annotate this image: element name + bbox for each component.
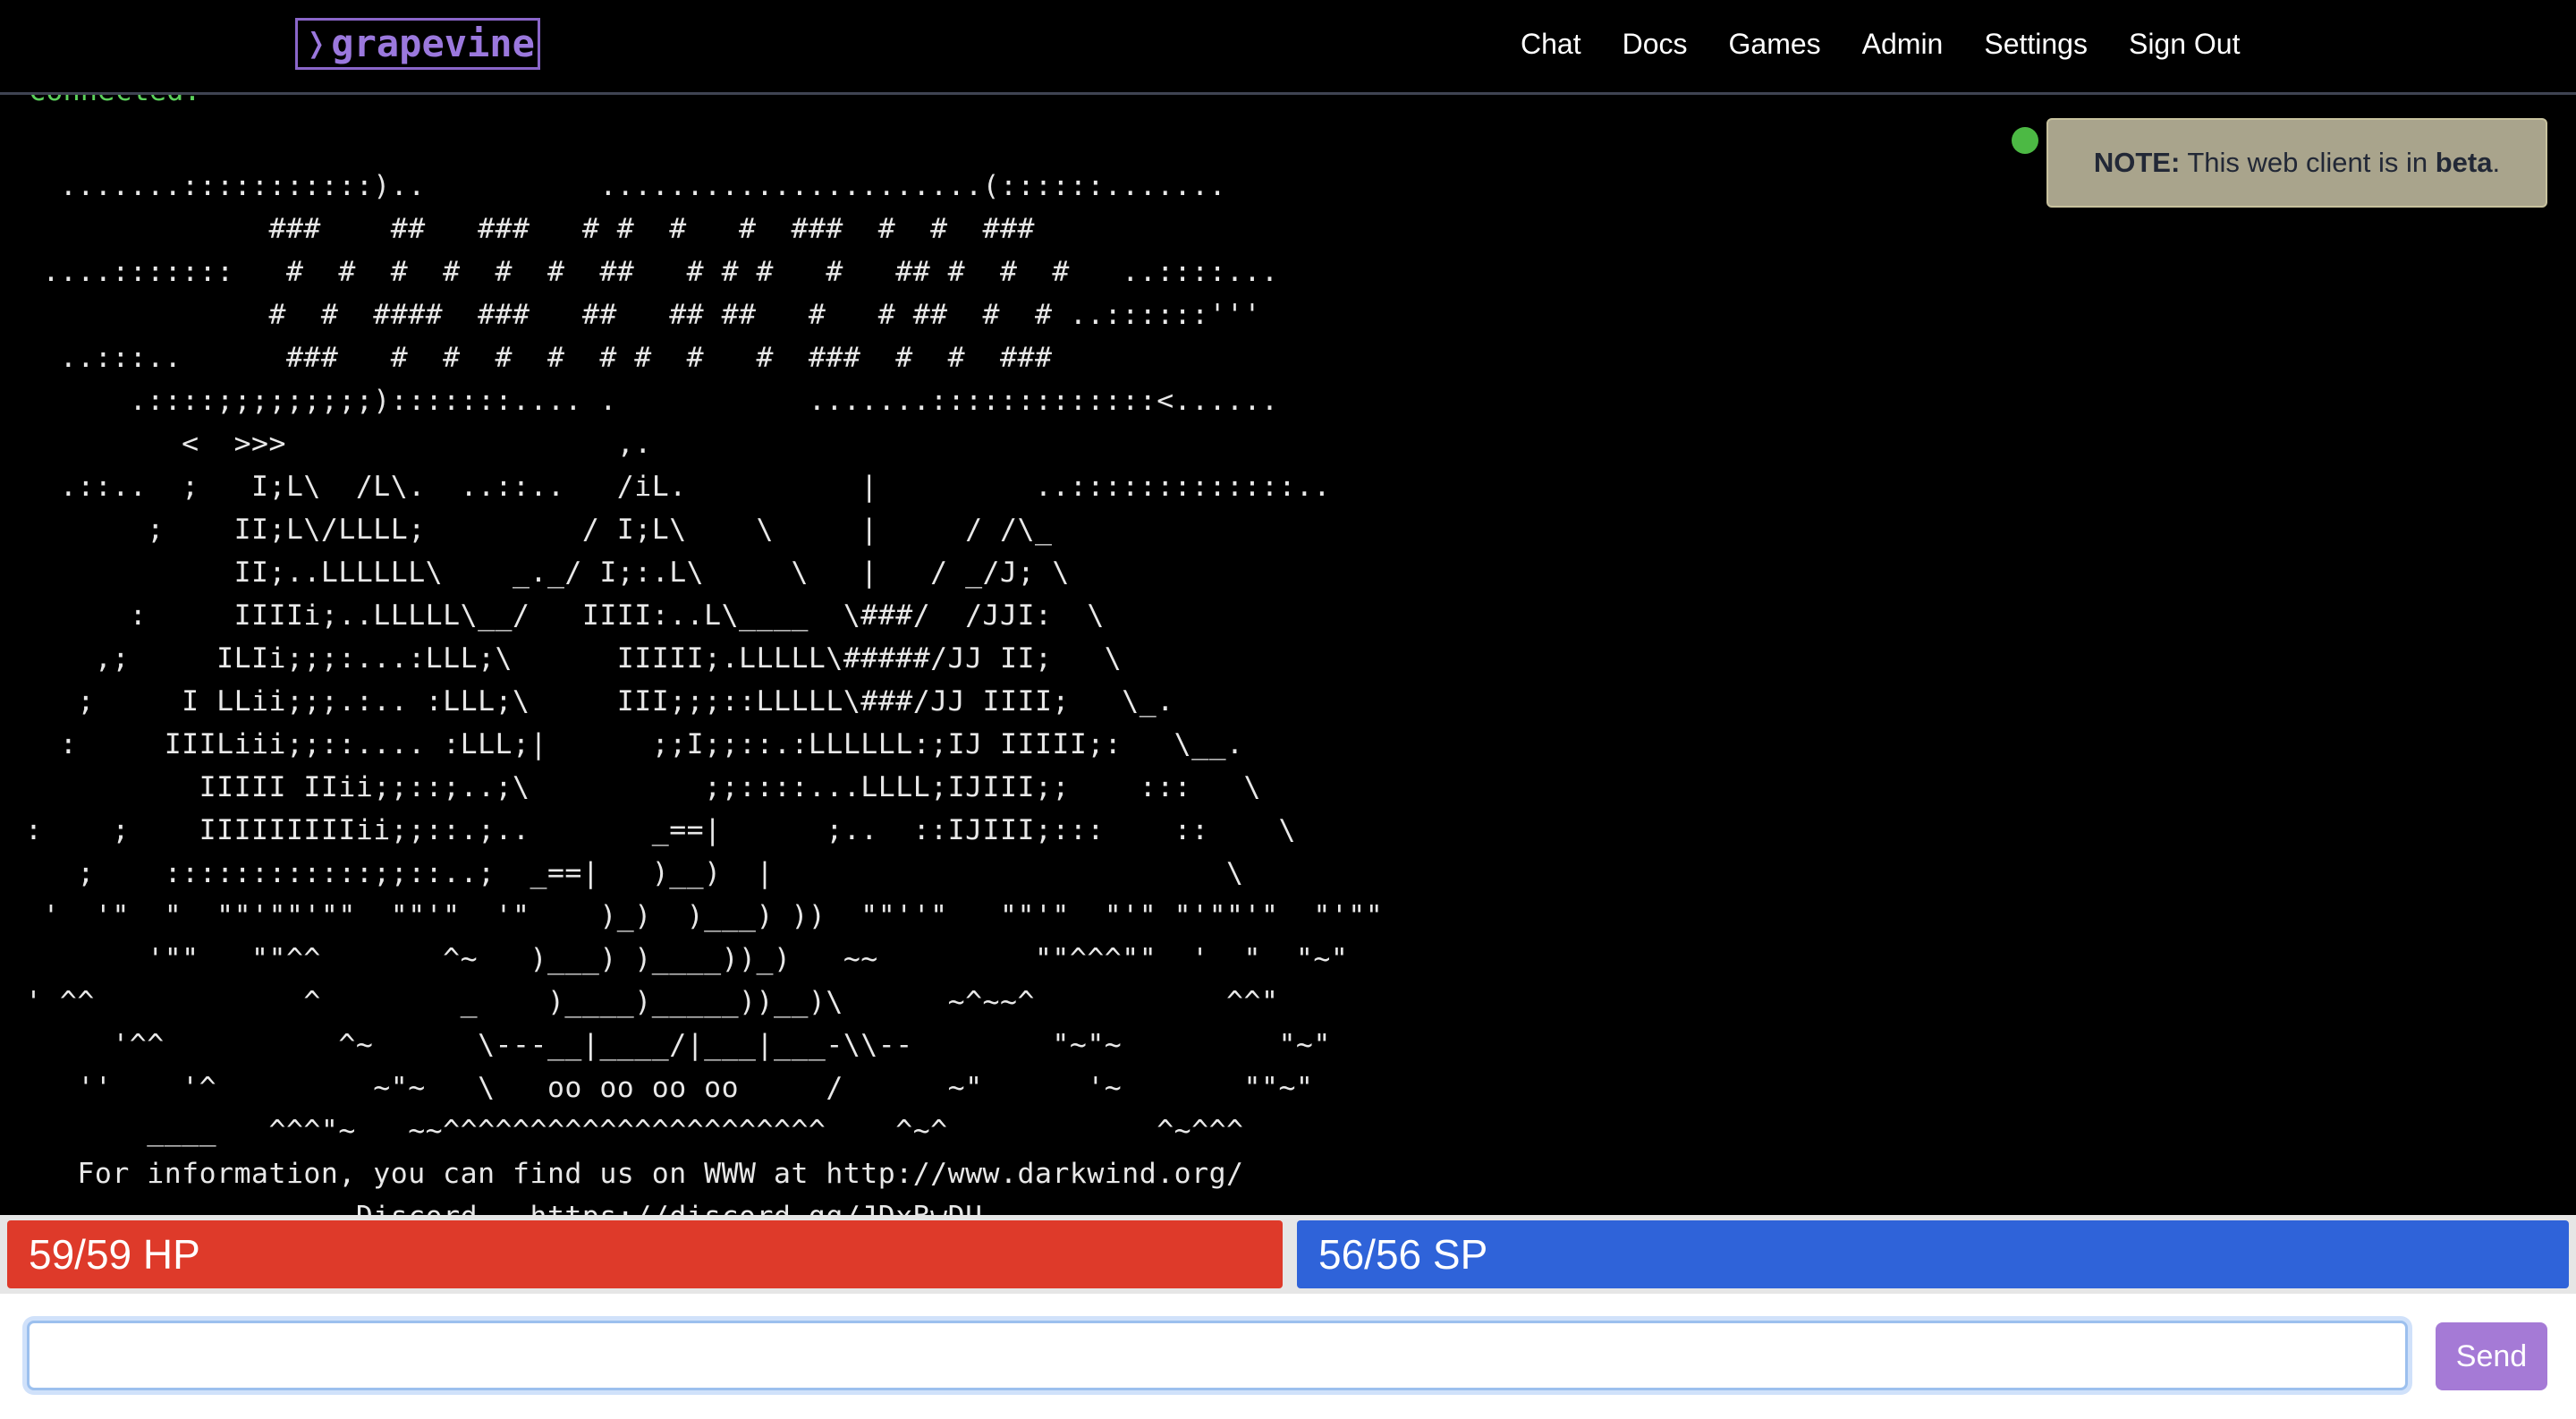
top-navbar: ❭ grapevine Chat Docs Games Admin Settin…: [0, 0, 2576, 95]
beta-notice: NOTE: This web client is in beta.: [2046, 118, 2547, 208]
nav-links: Chat Docs Games Admin Settings Sign Out: [1521, 23, 2281, 64]
grapevine-logo[interactable]: ❭ grapevine: [295, 18, 540, 70]
send-button[interactable]: Send: [2436, 1322, 2547, 1390]
connection-status-text: Connected.: [29, 95, 201, 107]
vitals-bars: 59/59 HP 56/56 SP: [0, 1215, 2576, 1294]
notice-text-end: .: [2492, 147, 2501, 178]
command-bar: Send: [0, 1294, 2576, 1419]
online-status-icon: [2012, 127, 2038, 154]
chevron-prompt-icon: ❭: [305, 21, 328, 65]
nav-link-docs[interactable]: Docs: [1623, 23, 1688, 64]
hp-bar: 59/59 HP: [7, 1220, 1283, 1288]
nav-link-admin[interactable]: Admin: [1862, 23, 1944, 64]
nav-link-settings[interactable]: Settings: [1984, 23, 2088, 64]
notice-text: This web client is in: [2180, 147, 2436, 178]
sp-bar: 56/56 SP: [1297, 1220, 2569, 1288]
nav-link-games[interactable]: Games: [1729, 23, 1821, 64]
notice-emphasis: beta: [2435, 147, 2493, 178]
notice-label: NOTE:: [2093, 147, 2181, 178]
ascii-welcome-banner: .......:::::::::::).. ..................…: [25, 170, 1384, 1215]
nav-link-sign-out[interactable]: Sign Out: [2129, 23, 2241, 64]
command-input[interactable]: [27, 1321, 2408, 1390]
terminal-output[interactable]: Connected. .......:::::::::::).. .......…: [0, 95, 2576, 1215]
nav-link-chat[interactable]: Chat: [1521, 23, 1581, 64]
brand-name: grapevine: [331, 21, 535, 65]
